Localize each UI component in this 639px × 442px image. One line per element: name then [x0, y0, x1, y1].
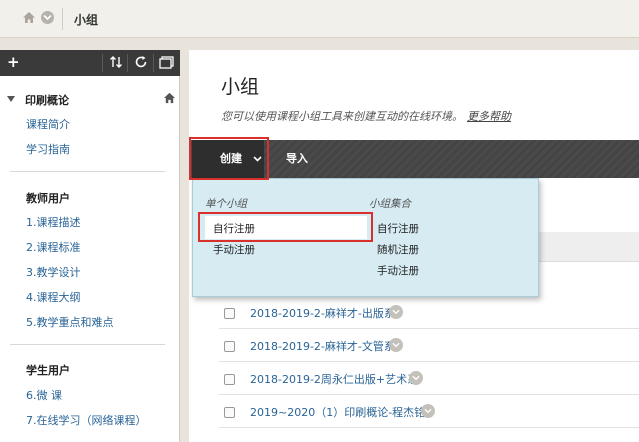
more-help-link[interactable]: 更多帮助 — [467, 110, 511, 123]
sidebar-link-study-guide[interactable]: 学习指南 — [26, 141, 70, 157]
folder-view-icon[interactable] — [159, 55, 175, 71]
breadcrumb-current: 小组 — [74, 13, 99, 27]
options-chevron-icon[interactable] — [389, 305, 403, 319]
menu-item-set-random-enroll[interactable]: 随机注册 — [377, 242, 419, 257]
table-row: 2018-2019-2周永仁出版+艺术系 — [219, 363, 639, 395]
row-checkbox[interactable] — [224, 308, 235, 319]
group-name-link[interactable]: 2019~2020（1）印刷概论-程杰铭 — [250, 404, 425, 420]
sidebar-link-course-intro[interactable]: 课程简介 — [26, 116, 70, 132]
options-chevron-icon[interactable] — [421, 404, 435, 418]
refresh-icon[interactable] — [134, 55, 150, 71]
sidebar-heading-student: 学生用户 — [26, 364, 70, 377]
highlight-box-create — [189, 137, 269, 180]
table-row: 2018-2019-2-麻祥才-出版系 — [219, 297, 639, 329]
single-group-heading: 单个小组 — [205, 198, 247, 210]
group-name-link[interactable]: 2018-2019-2-麻祥才-文管系 — [250, 338, 395, 354]
toolbar-divider — [127, 54, 128, 72]
group-name-link[interactable]: 2018-2019-2周永仁出版+艺术系 — [250, 371, 418, 387]
menu-item-single-manual-enroll[interactable]: 手动注册 — [213, 242, 255, 257]
sidebar-link-key-points[interactable]: 5.教学重点和难点 — [26, 314, 114, 330]
menu-item-set-manual-enroll[interactable]: 手动注册 — [377, 263, 419, 278]
sidebar-link-course-description[interactable]: 1.课程描述 — [26, 214, 81, 230]
sidebar-divider — [10, 171, 165, 172]
collapse-triangle-icon[interactable] — [7, 96, 15, 102]
sidebar-link-teaching-design[interactable]: 3.教学设计 — [26, 264, 81, 280]
course-menu-toolbar: + — [0, 50, 180, 76]
course-title[interactable]: 印刷概论 — [25, 92, 69, 108]
row-checkbox[interactable] — [224, 374, 235, 385]
options-chevron-icon[interactable] — [409, 371, 423, 385]
sidebar-divider — [10, 344, 165, 345]
sidebar-link-course-standard[interactable]: 2.课程标准 — [26, 239, 81, 255]
sidebar-heading-teacher: 教师用户 — [26, 192, 70, 205]
options-chevron-icon[interactable] — [389, 338, 403, 352]
menu-item-set-self-enroll[interactable]: 自行注册 — [377, 221, 419, 236]
subtitle-text: 您可以使用课程小组工具来创建互动的在线环境。 — [221, 110, 463, 123]
add-menu-item-icon[interactable]: + — [7, 53, 20, 71]
sort-icon[interactable] — [109, 55, 125, 71]
course-home-icon[interactable] — [163, 92, 176, 107]
group-name-link[interactable]: 2018-2019-2-麻祥才-出版系 — [250, 305, 395, 321]
sidebar-link-online-learning[interactable]: 7.在线学习（网络课程） — [26, 412, 147, 428]
row-checkbox[interactable] — [224, 407, 235, 418]
top-breadcrumb-bar: 小组 — [0, 0, 639, 38]
table-row: 2018-2019-2-麻祥才-文管系 — [219, 330, 639, 362]
sidebar-link-micro-lessons[interactable]: 6.微 课 — [26, 387, 62, 403]
toolbar-divider — [153, 54, 154, 72]
page-subtitle: 您可以使用课程小组工具来创建互动的在线环境。 更多帮助 — [221, 108, 511, 124]
chevron-down-icon[interactable] — [41, 11, 54, 24]
course-menu-sidebar: + 印刷概论 课程简介 学习指南 教师用户 1.课程描述 2.课程标准 3.教学… — [0, 50, 180, 442]
highlight-box-self-enroll — [198, 212, 373, 242]
import-button[interactable]: 导入 — [286, 140, 308, 178]
sidebar-link-course-outline[interactable]: 4.课程大纲 — [26, 289, 81, 305]
home-icon[interactable] — [22, 11, 36, 25]
row-checkbox[interactable] — [224, 341, 235, 352]
toolbar-divider — [102, 54, 103, 72]
table-row: 2019~2020（1）印刷概论-程杰铭 — [219, 396, 639, 428]
breadcrumb-divider — [62, 8, 63, 30]
group-set-heading: 小组集合 — [369, 198, 411, 210]
page-title: 小组 — [221, 76, 260, 98]
